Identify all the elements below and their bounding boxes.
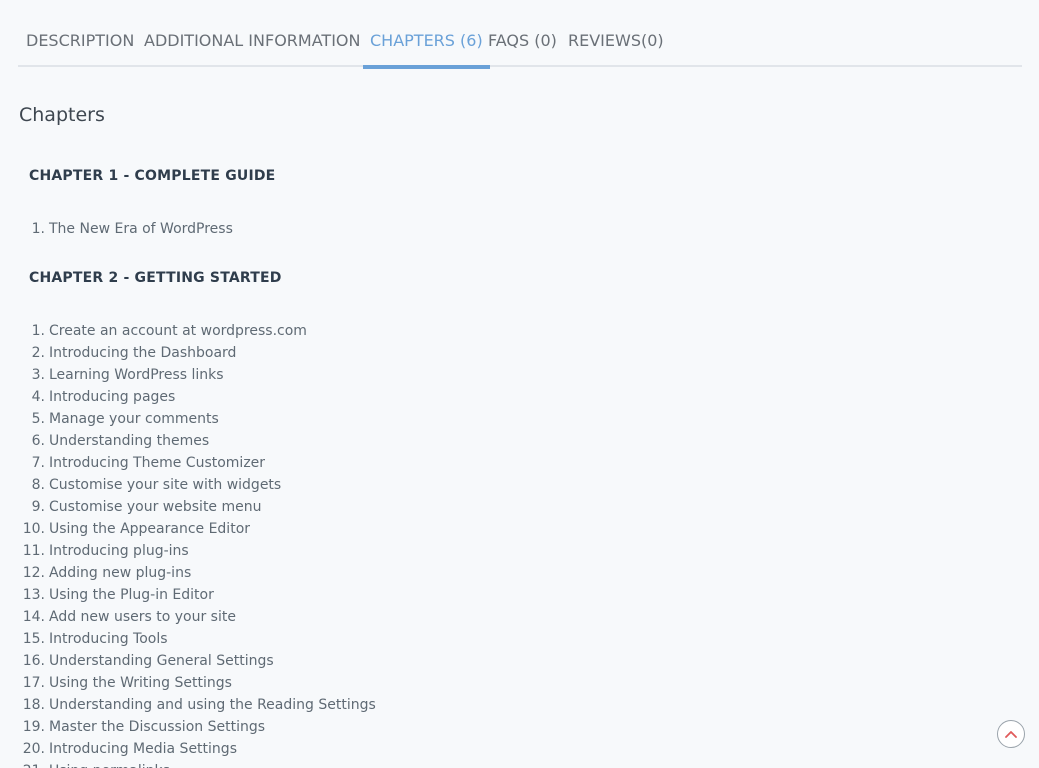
lesson-number: 11. [22,543,45,559]
lesson-title: Learning WordPress links [49,367,224,383]
lesson-title: Introducing Media Settings [49,741,237,757]
lesson-number: 21. [0,760,45,768]
lesson-title: Using the Writing Settings [49,675,232,691]
tab-additional-information[interactable]: ADDITIONAL INFORMATION [144,0,360,67]
lesson-title: Using the Plug-in Editor [49,587,214,603]
lesson-number: 2. [31,345,45,361]
lesson-number: 17. [22,675,45,691]
lesson-title: Add new users to your site [49,609,236,625]
tab-description[interactable]: DESCRIPTION [26,0,134,67]
lesson-title: Create an account at wordpress.com [49,323,307,339]
lesson-number: 16. [22,653,45,669]
lesson-number: 1. [31,221,45,237]
lesson-number: 12. [22,565,45,581]
lesson-title: Adding new plug-ins [49,565,192,581]
tab-bar: DESCRIPTION ADDITIONAL INFORMATION CHAPT… [18,0,1022,69]
chapter-2-title: CHAPTER 2 - GETTING STARTED [29,270,282,286]
lesson-number: 8. [31,477,45,493]
lesson-title: Manage your comments [49,411,219,427]
tab-faqs[interactable]: FAQS (0) [488,0,557,67]
product-tabs-page: DESCRIPTION ADDITIONAL INFORMATION CHAPT… [0,0,1039,768]
lesson-title: Introducing plug-ins [49,543,189,559]
lesson-title: Master the Discussion Settings [49,719,266,735]
chapter-1-title: CHAPTER 1 - COMPLETE GUIDE [29,168,276,184]
lesson-title: Introducing the Dashboard [49,345,237,361]
lesson-number: 10. [22,521,45,537]
lesson-number: 3. [31,367,45,383]
lesson-number: 7. [31,455,45,471]
lesson-title: The New Era of WordPress [49,221,233,237]
lesson-number: 18. [22,697,45,713]
chevron-up-icon [1005,731,1017,738]
lesson-number: 20. [22,741,45,757]
lesson-title: Using permalinks [49,760,170,768]
lesson-number: 1. [31,323,45,339]
lesson-title: Using the Appearance Editor [49,521,251,537]
lesson-number: 19. [22,719,45,735]
lesson-title: Understanding and using the Reading Sett… [49,697,376,713]
lesson-title: Customise your site with widgets [49,477,282,493]
lesson-number: 6. [31,433,45,449]
lesson-number: 5. [31,411,45,427]
tab-chapters[interactable]: CHAPTERS (6) [363,0,490,69]
lesson-number: 13. [22,587,45,603]
section-title: Chapters [19,104,105,126]
scroll-to-top-button[interactable] [997,720,1025,748]
lesson-title: Introducing Theme Customizer [49,455,266,471]
lesson-number: 14. [22,609,45,625]
lesson-title: Introducing pages [49,389,176,405]
lesson-title: Introducing Tools [49,631,168,647]
lesson-title: Understanding themes [49,433,210,449]
lesson-title: Customise your website menu [49,499,262,515]
tab-reviews[interactable]: REVIEWS(0) [568,0,664,67]
lesson-number: 4. [31,389,45,405]
lesson-number: 15. [22,631,45,647]
lesson-title: Understanding General Settings [49,653,274,669]
lesson-number: 9. [31,499,45,515]
